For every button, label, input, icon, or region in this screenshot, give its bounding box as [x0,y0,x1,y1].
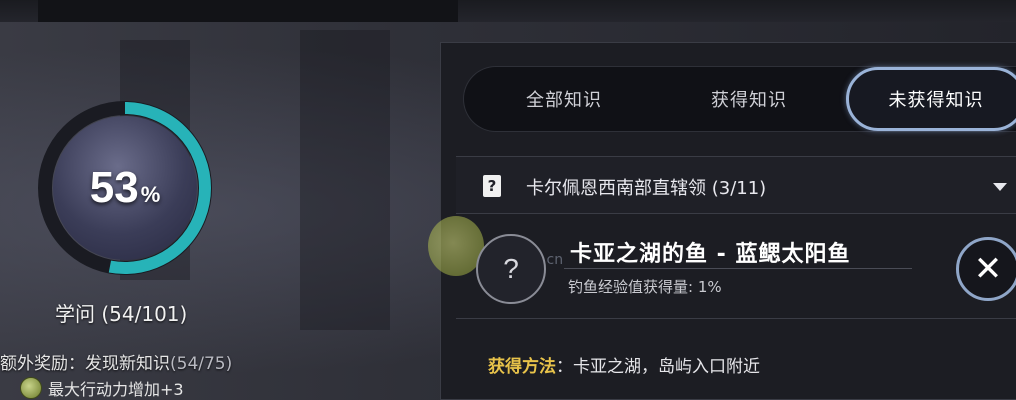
tab-all-knowledge[interactable]: 全部知识 [464,67,664,131]
section-divider [456,318,1016,319]
item-subtitle: 钓鱼经验值获得量: 1% [568,278,722,296]
bonus-reward-count: (54/75) [170,354,233,374]
knowledge-tabs: 全部知识 获得知识 未获得知识 [463,66,1016,132]
item-title: 卡亚之湖的鱼 - 蓝鳃太阳鱼 [570,242,851,267]
stamina-icon [20,377,42,399]
book-question-icon: ? [483,175,501,197]
method-label: 获得方法 [488,357,556,377]
method-separator: ： [556,357,573,377]
acquisition-method: 获得方法：卡亚之湖，岛屿入口附近 [488,352,760,377]
top-bar-dark-section [38,0,458,22]
tab-not-obtained-knowledge[interactable]: 未获得知识 [846,67,1016,131]
method-value: 卡亚之湖，岛屿入口附近 [573,357,760,377]
progress-percent-unit: % [140,182,161,207]
tab-obtained-knowledge[interactable]: 获得知识 [654,67,844,131]
chevron-down-icon[interactable] [993,183,1007,191]
knowledge-item-row[interactable]: ? 卡亚之湖的鱼 - 蓝鳃太阳鱼 钓鱼经验值获得量: 1% ✕ [456,214,1016,318]
unknown-item-icon: ? [476,234,546,304]
bonus-reward-text: 额外奖励：发现新知识 [0,354,170,374]
bonus-reward-line: 额外奖励：发现新知识(54/75) [0,349,232,374]
close-button[interactable]: ✕ [956,237,1016,301]
background-pillar [300,30,390,330]
progress-percent: 53 % [35,98,215,278]
reward-detail-line: 最大行动力增加+3 [20,376,184,400]
knowledge-progress-ring: 53 % [35,98,215,278]
region-title: 卡尔佩恩西南部直辖领 (3/11) [526,178,767,199]
item-title-underline [564,268,912,269]
reward-detail-text: 最大行动力增加+3 [48,380,184,399]
knowledge-count-label: 学问 (54/101) [55,302,188,326]
region-header-row[interactable]: ? 卡尔佩恩西南部直辖领 (3/11) [456,156,1016,214]
progress-percent-value: 53 [89,163,139,212]
